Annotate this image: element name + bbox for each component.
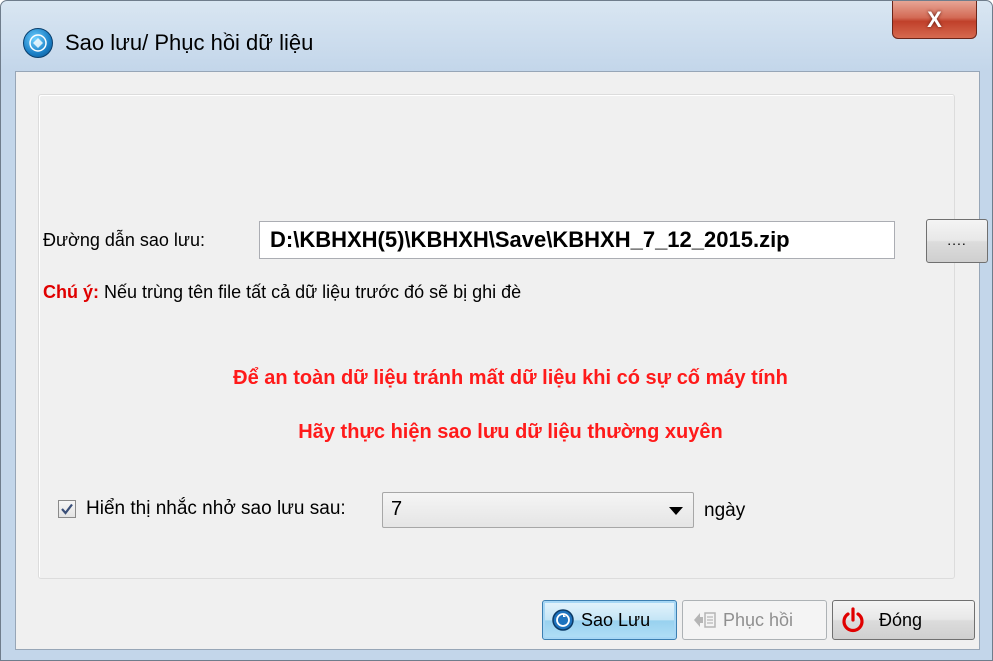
backup-button-label: Sao Lưu <box>581 609 651 630</box>
reminder-days-value: 7 <box>391 498 403 520</box>
power-icon <box>842 607 864 633</box>
app-globe-icon <box>23 28 53 58</box>
backup-path-input[interactable]: D:\KBHXH(5)\KBHXH\Save\KBHXH_7_12_2015.z… <box>259 221 895 259</box>
window-close-button[interactable]: X <box>892 1 977 39</box>
reminder-label: Hiển thị nhắc nhở sao lưu sau: <box>86 498 346 519</box>
reminder-checkbox[interactable] <box>58 500 76 518</box>
close-button-label: Đóng <box>879 609 923 630</box>
warning-line-1: Để an toàn dữ liệu tránh mất dữ liệu khi… <box>233 367 788 389</box>
reminder-days-select[interactable]: 7 <box>382 492 694 528</box>
restore-icon <box>694 612 716 628</box>
note-label: Chú ý: <box>43 282 99 302</box>
backup-globe-icon <box>552 609 574 631</box>
restore-button[interactable]: Phục hồi <box>682 600 827 640</box>
note-text: Nếu trùng tên file tất cả dữ liệu trước … <box>104 282 522 302</box>
dropdown-arrow-icon <box>669 507 683 515</box>
dialog-window: Sao lưu/ Phục hồi dữ liệu X Đường dẫn sa… <box>0 0 993 661</box>
title-bar: Sao lưu/ Phục hồi dữ liệu X <box>1 1 992 71</box>
window-title: Sao lưu/ Phục hồi dữ liệu <box>65 30 314 55</box>
backup-button[interactable]: Sao Lưu <box>542 600 677 640</box>
note-line: Chú ý: Nếu trùng tên file tất cả dữ liệu… <box>43 282 521 303</box>
browse-button[interactable]: .... <box>926 219 988 263</box>
checkmark-icon <box>61 503 73 515</box>
client-area: Đường dẫn sao lưu: D:\KBHXH(5)\KBHXH\Sav… <box>15 71 988 650</box>
warning-line-2: Hãy thực hiện sao lưu dữ liệu thường xuy… <box>298 421 723 443</box>
close-button[interactable]: Đóng <box>832 600 975 640</box>
path-label: Đường dẫn sao lưu: <box>43 230 205 250</box>
restore-button-label: Phục hồi <box>723 609 794 630</box>
reminder-unit: ngày <box>704 500 746 521</box>
